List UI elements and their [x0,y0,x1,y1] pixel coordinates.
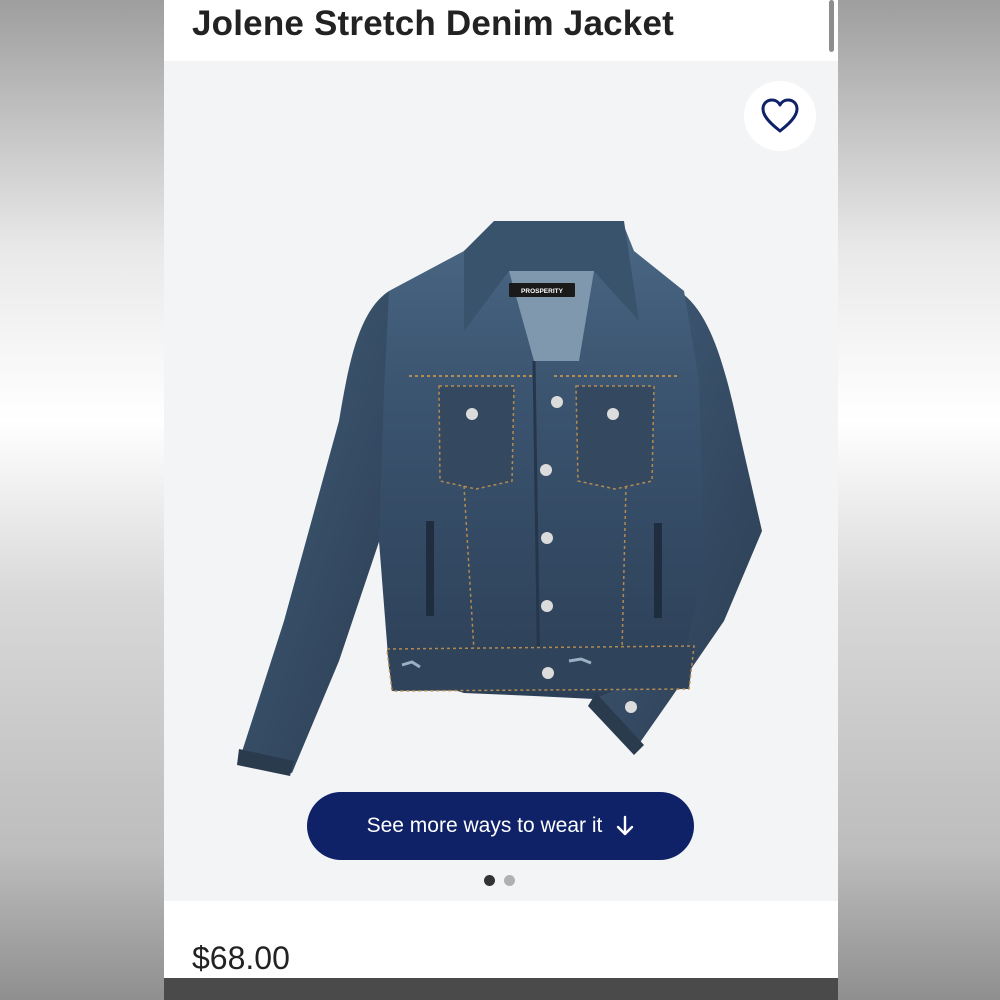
carousel-dot-2[interactable] [504,875,515,886]
arrow-down-icon [617,815,634,836]
cta-label: See more ways to wear it [366,814,603,837]
product-image-carousel[interactable]: PROSPERITY See more ways to wear it [164,61,838,901]
see-more-ways-button[interactable]: See more ways to wear it [307,792,694,860]
background-right [838,0,1000,1000]
heart-icon [761,98,799,133]
background-left [0,0,164,1000]
product-price: $68.00 [192,940,290,976]
product-screen: Jolene Stretch Denim Jacket PROSPERITY S… [164,0,838,1000]
product-title: Jolene Stretch Denim Jacket [192,4,674,43]
denim-jacket-image: PROSPERITY [237,221,762,776]
brand-label: PROSPERITY [521,288,564,295]
carousel-dot-1[interactable] [484,875,495,886]
scrollbar[interactable] [829,0,834,52]
carousel-dots [484,875,515,886]
bottom-bar [164,978,838,1000]
favorite-button[interactable] [744,81,816,151]
